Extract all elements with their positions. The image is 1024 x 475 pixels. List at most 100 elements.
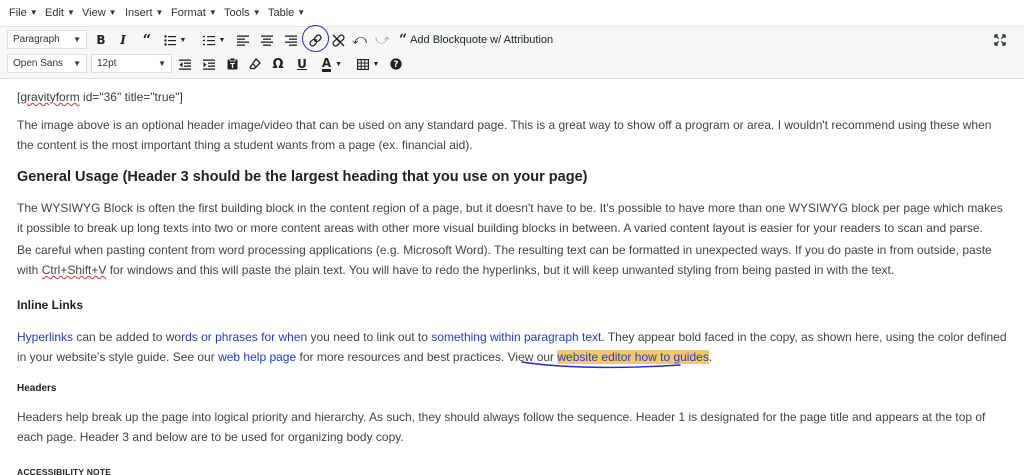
caret-down-icon: ▼ [155,8,164,17]
fullscreen-button[interactable] [993,31,1006,49]
quote-icon: “ [399,32,408,48]
hyperlink[interactable]: rds or phrases for when [181,330,307,344]
chevron-down-icon: ▼ [179,36,187,44]
paragraph-pasting: Be careful when pasting content from wor… [17,240,1007,280]
menu-table[interactable]: Table ▼ [268,7,305,19]
chevron-down-icon: ▼ [218,36,226,44]
blockquote-button[interactable]: “ [140,31,154,49]
align-center-icon [261,35,273,46]
italic-icon: I [120,33,126,47]
indent-button[interactable] [203,55,215,73]
paragraph-inline-links: Hyperlinks can be added to words or phra… [17,327,1007,367]
font-family-select[interactable]: Open Sans ▼ [7,54,87,73]
hyperlink[interactable]: Hyperlinks [17,330,73,344]
help-icon: ? [390,58,402,70]
paste-as-text-button[interactable]: T [226,55,238,73]
menu-file[interactable]: File ▼ [9,7,38,19]
paragraph-text: . [708,350,713,364]
clear-formatting-button[interactable] [249,55,261,73]
bold-icon: B [96,33,106,47]
blockquote-attribution-label: Add Blockquote w/ Attribution [410,34,554,46]
caret-down-icon: ▼ [252,8,261,17]
link-icon [308,33,322,47]
bold-button[interactable]: B [95,31,107,49]
paste-text-icon: T [227,58,237,70]
unlink-icon [331,33,345,47]
menu-label: Tools [224,7,250,19]
keyboard-shortcut-text: Ctrl+Shift+V [41,263,107,277]
underline-icon: U [297,57,307,71]
svg-text:?: ? [394,60,399,70]
caret-down-icon: ▼ [29,8,38,17]
bullet-list-button[interactable]: ▼ [163,31,187,49]
hyperlink[interactable]: something within paragraph text [431,330,601,344]
paragraph-text: can be added to wo [73,330,182,344]
caret-down-icon: ▼ [66,8,75,17]
text-color-button[interactable]: A ▼ [318,55,346,73]
indent-icon [203,59,215,70]
bullet-list-icon [163,34,176,46]
outdent-button[interactable] [179,55,191,73]
heading-4: Inline Links [17,298,84,312]
align-left-icon [237,35,249,46]
redo-button[interactable]: ⤻ [375,31,390,49]
chevron-down-icon: ▼ [73,59,81,68]
menu-label: Format [171,7,206,19]
menu-format[interactable]: Format ▼ [171,7,217,19]
menu-view[interactable]: View ▼ [82,7,117,19]
align-right-icon [285,35,297,46]
special-character-button[interactable]: Ω [272,55,284,73]
remove-link-button[interactable] [331,31,345,49]
paragraph-format-select[interactable]: Paragraph ▼ [7,30,87,49]
numbered-list-icon [202,35,215,45]
numbered-list-button[interactable]: ▼ [201,31,227,49]
special-character-icon: Ω [272,56,284,72]
menu-tools[interactable]: Tools ▼ [224,7,261,19]
menu-insert[interactable]: Insert ▼ [125,7,163,19]
help-button[interactable]: ? [390,55,402,73]
hyperlink[interactable]: web help page [218,350,296,364]
chevron-down-icon: ▼ [73,35,81,44]
menu-edit[interactable]: Edit ▼ [45,7,75,19]
highlighted-hyperlink[interactable]: website editor how to guides [557,350,709,364]
menu-label: View [82,7,106,19]
fullscreen-icon [993,34,1006,46]
font-size-value: 12pt [97,58,117,69]
align-center-button[interactable] [261,31,273,49]
paragraph-usage: The WYSIWYG Block is often the first bui… [17,201,1003,235]
table-icon [356,58,369,70]
paragraph-text: you need to link out to [307,330,432,344]
undo-icon: ⤺ [352,32,367,48]
font-size-select[interactable]: 12pt ▼ [91,54,172,73]
menu-label: File [9,7,27,19]
editor-content[interactable]: [gravityform id="36" title="true"] The i… [0,79,1024,475]
italic-button[interactable]: I [118,31,128,49]
table-button[interactable]: ▼ [354,55,382,73]
paragraph-text: for more resources and best practices. V… [296,350,558,364]
chevron-down-icon: ▼ [335,60,343,68]
menu-bar: File ▼ Edit ▼ View ▼ Insert ▼ Format ▼ Tools ▼… [0,0,1024,27]
menu-label: Edit [45,7,64,19]
underline-button[interactable]: U [296,55,308,73]
heading-6: ACCESSIBILITY NOTE [17,467,112,475]
paragraph-headers: Headers help break up the page into logi… [17,410,986,444]
insert-link-button[interactable] [308,31,322,49]
misspelled-word: gravityform [20,90,80,104]
editor-toolbar: Paragraph ▼ B I “ ▼ ▼ ⤺ ⤻ “ Add Blockquo… [0,27,1024,79]
text-color-icon: A [321,55,332,72]
caret-down-icon: ▼ [297,8,306,17]
chevron-down-icon: ▼ [372,60,380,68]
paragraph-intro: The image above is an optional header im… [17,118,992,152]
clear-format-icon [249,58,261,70]
paragraph-format-value: Paragraph [13,34,60,45]
align-right-button[interactable] [285,31,297,49]
outdent-icon [179,59,191,70]
shortcode-attributes: id="36" title="true"] [79,90,183,104]
add-blockquote-attribution-button[interactable]: “ Add Blockquote w/ Attribution [399,31,553,49]
undo-button[interactable]: ⤺ [352,31,367,49]
blockquote-icon: “ [142,31,152,49]
align-left-button[interactable] [237,31,249,49]
caret-down-icon: ▼ [108,8,117,17]
shortcode-line: [gravityform id="36" title="true"] [17,87,1007,107]
caret-down-icon: ▼ [208,8,217,17]
